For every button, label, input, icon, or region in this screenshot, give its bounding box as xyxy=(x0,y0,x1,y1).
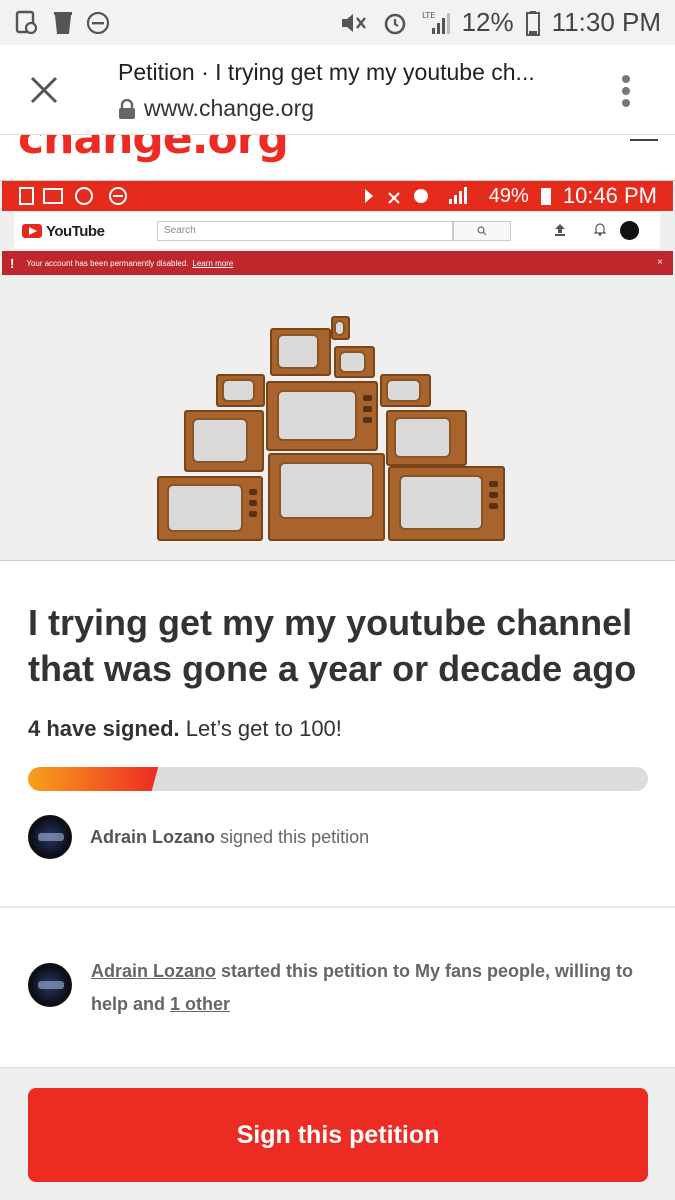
starter-avatar xyxy=(28,963,72,1007)
youtube-header: YouTube Search xyxy=(14,213,660,249)
youtube-search-button xyxy=(453,221,511,241)
youtube-play-icon xyxy=(22,224,42,238)
goal-text: Let’s get to 100! xyxy=(185,716,342,741)
other-starters-link[interactable]: 1 other xyxy=(170,994,230,1014)
site-header: change.org xyxy=(0,135,675,178)
battery-percent: 12% xyxy=(461,7,514,37)
youtube-avatar xyxy=(620,221,639,240)
inner-battery-icon xyxy=(540,188,551,205)
alert-close-icon: × xyxy=(657,257,663,268)
alert-text: Your account has been permanently disabl… xyxy=(26,258,189,268)
signal-icon: LTE xyxy=(420,10,450,36)
lock-icon xyxy=(119,98,135,119)
site-logo[interactable]: change.org xyxy=(18,135,289,164)
signature-count: 4 have signed. Let’s get to 100! xyxy=(28,716,342,742)
browser-toolbar: Petition · I trying get my my youtube ch… xyxy=(0,45,675,135)
status-bar: LTE 12% 11:30 PM xyxy=(0,0,675,45)
youtube-wordmark: YouTube xyxy=(46,222,105,240)
status-time: 11:30 PM xyxy=(551,7,661,37)
signer-avatar xyxy=(28,815,72,859)
mute-icon xyxy=(340,11,370,35)
learn-more-link: Learn more xyxy=(192,258,234,268)
svg-text:LTE: LTE xyxy=(422,11,435,20)
dnd-icon xyxy=(86,11,110,35)
overflow-menu-button[interactable] xyxy=(614,71,638,111)
starter-name-link[interactable]: Adrain Lozano xyxy=(91,961,216,981)
divider xyxy=(0,906,675,908)
url-text: www.change.org xyxy=(144,95,315,121)
alert-icon: ! xyxy=(10,255,15,271)
signer-name: Adrain Lozano xyxy=(90,826,215,847)
progress-fill xyxy=(28,767,159,791)
sign-footer: Sign this petition xyxy=(0,1067,675,1200)
hamburger-menu-icon[interactable] xyxy=(630,135,658,153)
close-icon xyxy=(30,76,58,104)
sign-petition-button[interactable]: Sign this petition xyxy=(28,1088,648,1182)
inner-signal-icons xyxy=(364,187,467,204)
youtube-search-input: Search xyxy=(157,221,453,241)
petition-image: 49% 10:46 PM YouTube Search ! Your accou… xyxy=(0,180,675,561)
inner-status-icons xyxy=(19,187,127,205)
search-icon xyxy=(477,226,487,236)
upload-icon xyxy=(555,224,565,236)
page-title: Petition · I trying get my my youtube ch… xyxy=(118,59,535,85)
youtube-logo: YouTube xyxy=(22,222,105,240)
battery-icon xyxy=(525,10,540,36)
notification-icon xyxy=(14,10,40,36)
inner-battery-percent: 49% xyxy=(488,184,529,207)
close-tab-button[interactable] xyxy=(26,72,62,108)
petition-title: I trying get my my youtube channel that … xyxy=(28,602,637,689)
signer-action: signed this petition xyxy=(220,826,370,847)
inner-status-bar: 49% 10:46 PM xyxy=(2,181,673,211)
signed-count-text: 4 have signed. xyxy=(28,716,180,741)
signature-progress-bar xyxy=(28,767,648,791)
trash-icon xyxy=(52,10,74,36)
alarm-icon xyxy=(382,10,408,36)
bell-icon xyxy=(594,223,606,236)
account-disabled-alert: ! Your account has been permanently disa… xyxy=(2,251,673,275)
inner-time: 10:46 PM xyxy=(562,183,657,208)
url-bar[interactable]: www.change.org xyxy=(118,95,314,122)
more-vert-icon xyxy=(622,75,630,107)
recent-signer: Adrain Lozano signed this petition xyxy=(28,815,369,859)
